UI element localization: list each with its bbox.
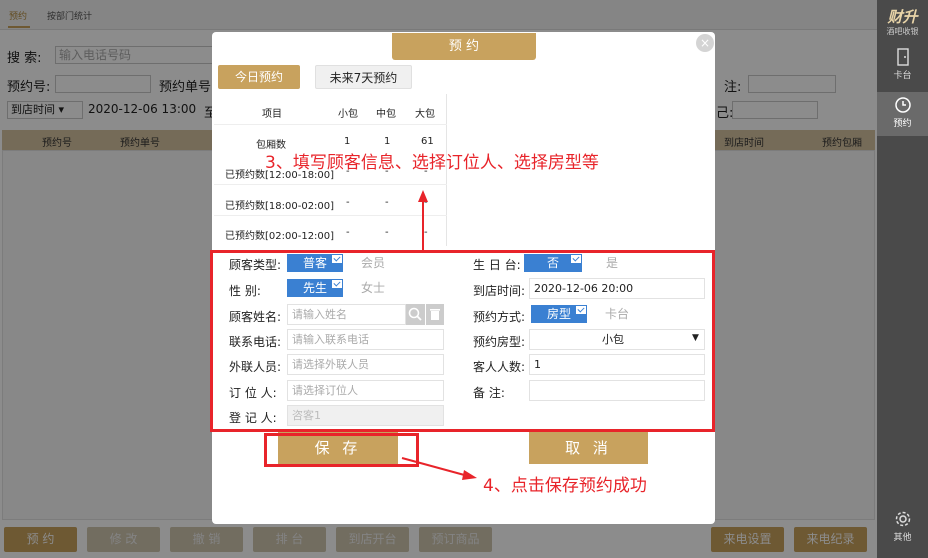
sidebar-item-label: 卡台 <box>893 71 912 81</box>
sidebar-item-label: 预约 <box>893 119 912 129</box>
sidebar-item-table[interactable]: 卡台 <box>877 44 928 86</box>
sidebar: 财升 酒吧收银 卡台 预约 其他 <box>877 0 928 558</box>
sidebar-item-other[interactable]: 其他 <box>877 506 928 548</box>
sidebar-item-label: 其他 <box>893 533 912 543</box>
brand-logo: 财升 <box>887 8 918 26</box>
sidebar-item-booking[interactable]: 预约 <box>877 92 928 136</box>
clock-icon <box>877 96 928 114</box>
step3-arrowhead <box>418 190 428 202</box>
step4-arrowhead <box>462 470 477 480</box>
brand-subtitle: 酒吧收银 <box>886 27 919 36</box>
door-icon <box>877 48 928 66</box>
annotation-arrows <box>401 190 477 480</box>
gear-icon <box>877 510 928 528</box>
step4-arrow <box>401 457 469 477</box>
